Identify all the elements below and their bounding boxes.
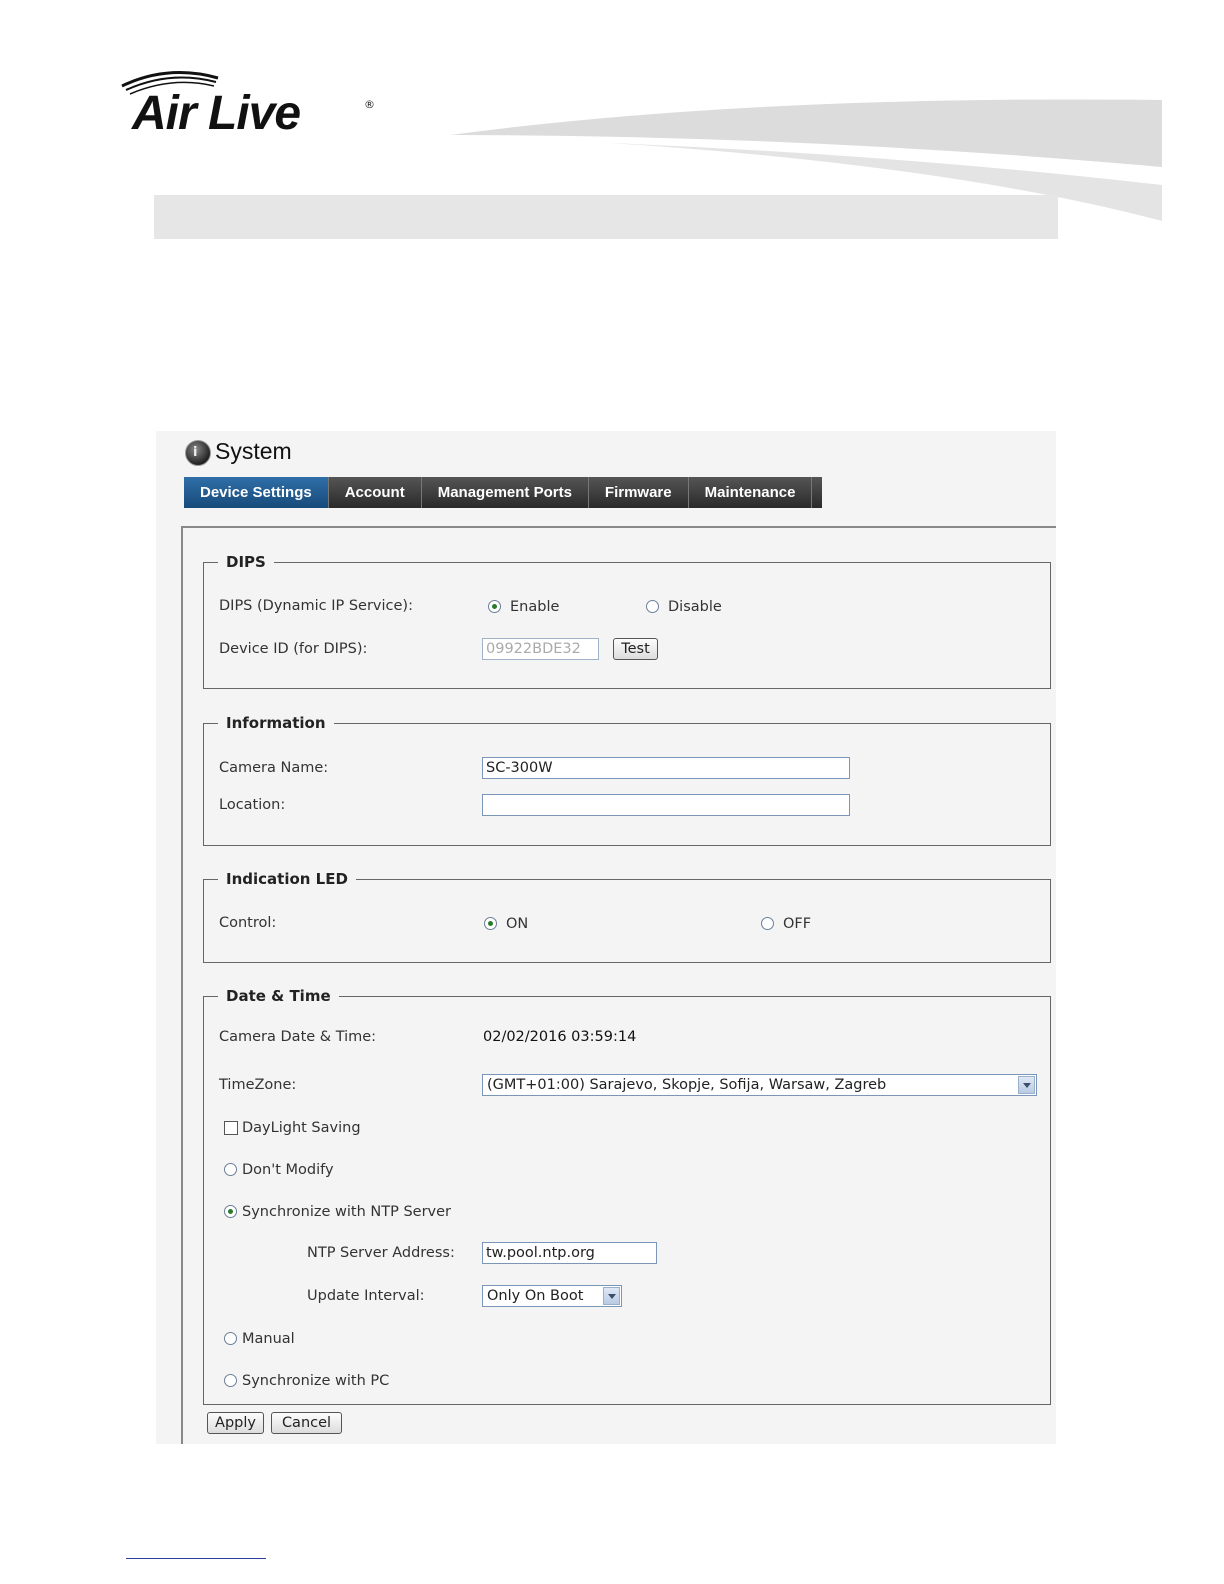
tab-maintenance[interactable]: Maintenance (689, 477, 813, 508)
dont-modify-radio[interactable] (224, 1163, 237, 1176)
location-field[interactable] (482, 794, 850, 816)
tab-account[interactable]: Account (329, 477, 422, 508)
update-interval-select[interactable]: Only On Boot (482, 1285, 622, 1307)
information-section: Information (203, 714, 1051, 846)
information-legend: Information (226, 714, 326, 732)
daylight-saving-checkbox[interactable] (224, 1121, 238, 1135)
date-time-section: Date & Time (203, 987, 1051, 1405)
dips-disable-label: Disable (668, 599, 722, 615)
sync-pc-label: Synchronize with PC (242, 1373, 390, 1389)
camera-datetime-label: Camera Date & Time: (219, 1029, 377, 1045)
dips-disable-radio[interactable] (646, 600, 659, 613)
device-id-label: Device ID (for DIPS): (219, 641, 368, 657)
airlive-logo: Air Live ® (118, 68, 388, 148)
timezone-label: TimeZone: (219, 1077, 297, 1093)
led-off-label: OFF (783, 916, 812, 932)
registered-mark: ® (364, 98, 375, 111)
daylight-saving-label: DayLight Saving (242, 1120, 361, 1136)
camera-name-label: Camera Name: (219, 760, 329, 776)
update-interval-label: Update Interval: (307, 1288, 425, 1304)
apply-button[interactable]: Apply (207, 1412, 264, 1434)
device-id-field[interactable]: 09922BDE32 (482, 638, 599, 660)
led-off-radio[interactable] (761, 917, 774, 930)
date-time-legend: Date & Time (226, 987, 331, 1005)
header-band (154, 195, 1058, 239)
dips-legend: DIPS (226, 553, 266, 571)
manual-label: Manual (242, 1331, 295, 1347)
tab-device-settings[interactable]: Device Settings (184, 477, 329, 508)
led-on-radio[interactable] (484, 917, 497, 930)
dips-enable-radio[interactable] (488, 600, 501, 613)
ntp-address-field[interactable]: tw.pool.ntp.org (482, 1242, 657, 1264)
update-interval-value: Only On Boot (487, 1288, 584, 1304)
dips-service-label: DIPS (Dynamic IP Service): (219, 598, 413, 614)
logo-text: Air Live (132, 87, 301, 140)
led-control-label: Control: (219, 915, 277, 931)
ntp-address-label: NTP Server Address: (307, 1245, 455, 1261)
camera-name-field[interactable]: SC-300W (482, 757, 850, 779)
tab-firmware[interactable]: Firmware (589, 477, 689, 508)
dips-enable-label: Enable (510, 599, 560, 615)
indication-led-legend: Indication LED (226, 870, 348, 888)
ntp-sync-radio[interactable] (224, 1205, 237, 1218)
chevron-down-icon[interactable] (603, 1287, 620, 1305)
dips-section: DIPS (203, 553, 1051, 689)
page-title: System (215, 438, 292, 464)
location-label: Location: (219, 797, 286, 813)
camera-datetime-value: 02/02/2016 03:59:14 (483, 1029, 637, 1045)
sync-pc-radio[interactable] (224, 1374, 237, 1387)
system-icon: i (185, 440, 211, 466)
test-button[interactable]: Test (613, 638, 658, 660)
ntp-sync-label: Synchronize with NTP Server (242, 1204, 451, 1220)
timezone-value: (GMT+01:00) Sarajevo, Skopje, Sofija, Wa… (487, 1077, 887, 1093)
tab-bar: Device Settings Account Management Ports… (184, 477, 822, 508)
footer-rule (126, 1558, 266, 1559)
chevron-down-icon[interactable] (1018, 1076, 1035, 1094)
cancel-button[interactable]: Cancel (271, 1412, 342, 1434)
dont-modify-label: Don't Modify (242, 1162, 334, 1178)
tab-management-ports[interactable]: Management Ports (422, 477, 589, 508)
led-on-label: ON (506, 916, 529, 932)
timezone-select[interactable]: (GMT+01:00) Sarajevo, Skopje, Sofija, Wa… (482, 1074, 1037, 1096)
indication-led-section: Indication LED (203, 870, 1051, 963)
manual-radio[interactable] (224, 1332, 237, 1345)
